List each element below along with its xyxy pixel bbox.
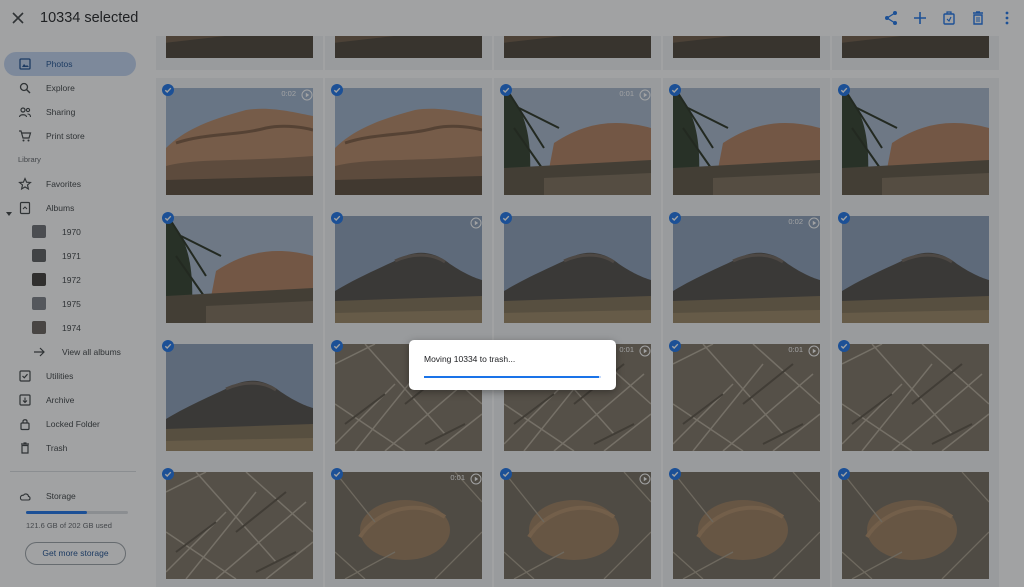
photos-app: 10334 selected Photos Explore Sharing Pr… — [0, 0, 1024, 587]
progress-dialog: Moving 10334 to trash... — [409, 340, 616, 390]
progress-bar-fill — [424, 376, 600, 378]
progress-message: Moving 10334 to trash... — [424, 354, 516, 364]
progress-bar — [424, 376, 601, 378]
modal-scrim — [0, 0, 1024, 587]
